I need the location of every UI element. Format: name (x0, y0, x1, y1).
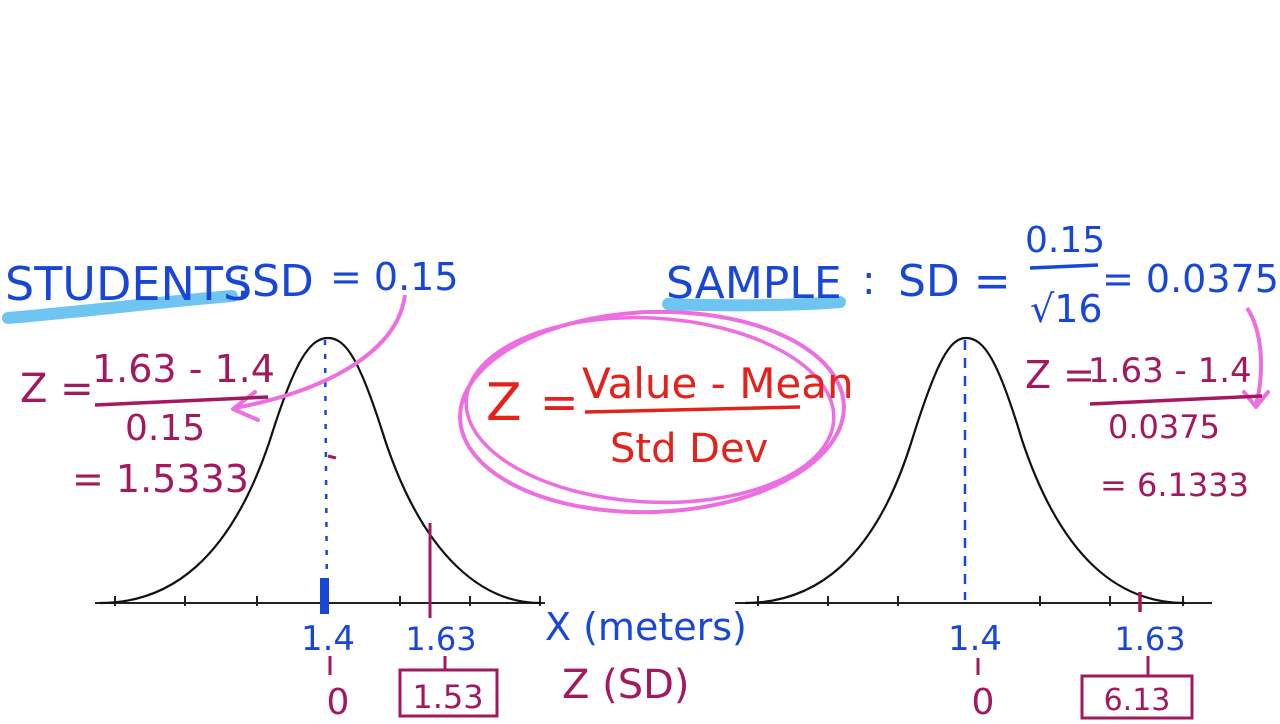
sample-heading: SAMPLE (666, 258, 842, 309)
sample-sd-denominator: √16 (1030, 287, 1103, 331)
formula-numerator: Value - Mean (582, 359, 854, 408)
students-z-work: Z = 1.63 - 1.4 0.15 = 1.5333 (20, 347, 275, 501)
whiteboard: 1.4 0 1.63 1.53 1.4 0 1.63 6.13 X (meter… (0, 0, 1280, 723)
students-heading: STUDENTS (5, 257, 252, 311)
x-axis-label: X (meters) (545, 605, 747, 649)
sample-mean-label: 1.4 (948, 619, 1002, 659)
formula-equals: = (540, 375, 579, 429)
sample-header: SAMPLE : SD = 0.15 √16 = 0.0375 (662, 220, 1279, 331)
students-mean-marker (320, 578, 329, 614)
sample-sd-result: = 0.0375 (1102, 257, 1279, 301)
sample-value-z: 6.13 (1104, 683, 1171, 718)
sample-z-denominator: 0.0375 (1108, 408, 1220, 446)
sample-value-label: 1.63 (1114, 620, 1185, 658)
sample-sd-fraction-bar (1029, 263, 1099, 270)
sample-sd-numerator: 0.15 (1025, 220, 1105, 261)
sample-z-numerator: 1.63 - 1.4 (1088, 351, 1252, 391)
sample-sd-label: SD = (898, 256, 1011, 307)
z-axis-label: Z (SD) (562, 662, 690, 708)
sample-axis-ticks (757, 596, 1184, 606)
students-value-label: 1.63 (405, 620, 476, 658)
students-header: STUDENTS : SD = 0.15 (2, 255, 459, 324)
students-z-denominator: 0.15 (125, 408, 205, 449)
students-mean-z: 0 (327, 682, 350, 720)
students-sd-label: SD (252, 256, 314, 307)
students-z-result: = 1.5333 (72, 457, 249, 501)
students-stray-mark (327, 454, 337, 460)
students-z-numerator: 1.63 - 1.4 (92, 347, 275, 391)
students-mean-label: 1.4 (301, 619, 355, 659)
sample-z-work: Z = 1.63 - 1.4 0.0375 = 6.1333 (1025, 351, 1263, 504)
students-z-lhs: Z = (20, 366, 94, 412)
sample-z-lhs: Z = (1025, 353, 1095, 397)
students-value-z: 1.53 (412, 678, 483, 716)
students-distribution: 1.4 0 1.63 1.53 (95, 336, 545, 723)
students-sd-value: = 0.15 (330, 255, 459, 299)
sample-fraction-bar (1089, 394, 1263, 406)
z-formula: Z = Value - Mean Std Dev (458, 309, 854, 515)
sample-colon: : (862, 258, 875, 304)
formula-denominator: Std Dev (610, 426, 768, 472)
sample-mean-z: 0 (972, 682, 995, 720)
diagram-canvas: 1.4 0 1.63 1.53 1.4 0 1.63 6.13 X (meter… (2, 220, 1279, 723)
formula-z: Z (486, 373, 522, 433)
sample-z-result: = 6.1333 (1100, 466, 1249, 504)
students-colon: : (236, 257, 250, 306)
